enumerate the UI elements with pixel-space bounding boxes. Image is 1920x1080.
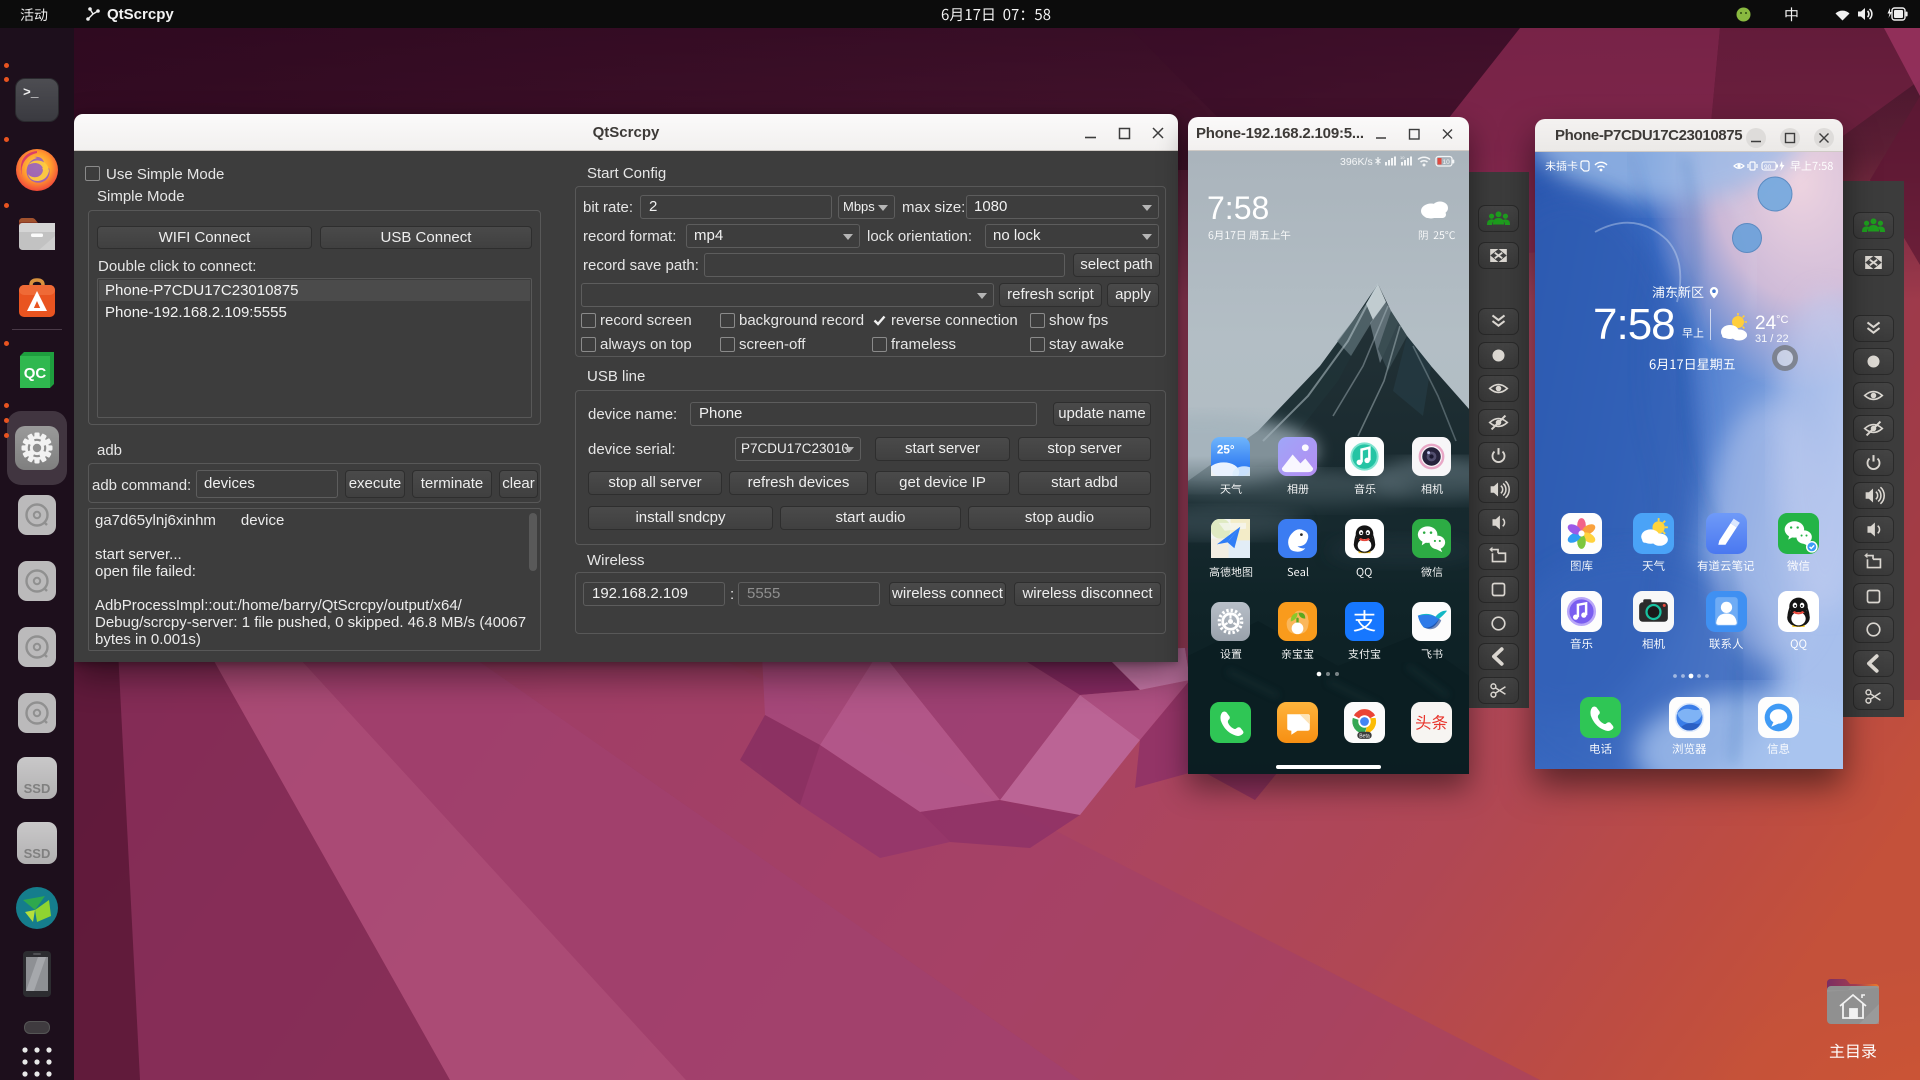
svg-text:396K/s: 396K/s: [1340, 156, 1373, 168]
svg-text:QC: QC: [24, 365, 47, 382]
svg-text:25°: 25°: [1217, 444, 1235, 457]
svg-text:10: 10: [1400, 155, 1405, 160]
svg-text:10: 10: [1443, 159, 1451, 166]
svg-text:Beta: Beta: [1359, 733, 1370, 739]
svg-text:90: 90: [1764, 164, 1772, 171]
